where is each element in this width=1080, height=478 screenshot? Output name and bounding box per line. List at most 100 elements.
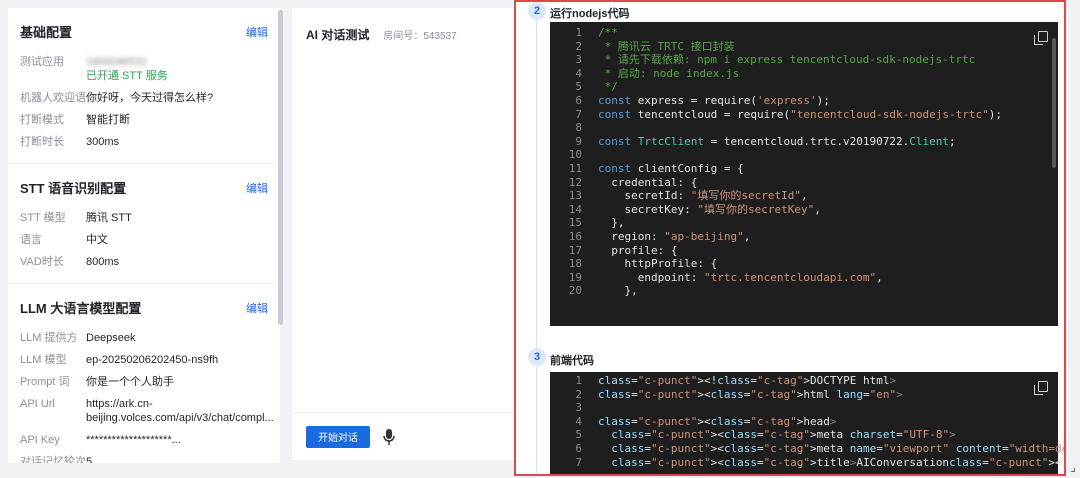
code-line: 14 secretKey: "填写你的secretKey", (550, 203, 1058, 217)
code-line: 5 class="c-punct"><class="c-tag">meta ch… (550, 428, 1058, 442)
code-text: const tencentcloud = require("tencentclo… (598, 107, 1003, 121)
config-key: VAD时长 (20, 256, 64, 268)
config-value: 1600046531 已开通 STT 服务 (86, 55, 168, 83)
config-key: 打断时长 (20, 136, 64, 148)
config-row: 测试应用 1600046531 已开通 STT 服务 (20, 55, 268, 83)
line-number: 12 (568, 175, 582, 189)
config-row: 打断时长 300ms (20, 135, 268, 149)
code-text: secretId: "填写你的secretId", (598, 189, 808, 203)
copy-icon[interactable] (1034, 381, 1048, 395)
config-key: LLM 提供方 (20, 332, 78, 344)
code-line: 7 const tencentcloud = require("tencentcl… (550, 108, 1058, 122)
code-line: 15 }, (550, 216, 1058, 230)
line-number: 2 (575, 39, 582, 53)
config-row: API Url https://ark.cn-beijing.volces.com… (20, 397, 274, 425)
config-key: LLM 模型 (20, 354, 67, 366)
line-number: 8 (575, 121, 582, 135)
llm-config-section: LLM 大语言模型配置 编辑 LLM 提供方 Deepseek LLM 模型 ep-2… (8, 284, 280, 463)
code-line: 8 (550, 121, 1058, 135)
config-key: 打断模式 (20, 114, 64, 126)
code-text: credential: { (598, 175, 698, 189)
config-value-text: https://ark.cn-beijing.volces.com/api/v3… (86, 398, 274, 424)
config-value: https://ark.cn-beijing.volces.com/api/v3… (86, 397, 274, 425)
code-line: 20 }, (550, 284, 1058, 298)
config-key: API Key (20, 434, 60, 446)
chat-footer: 开始对话 (292, 412, 532, 460)
config-row: 语言 中文 (20, 233, 268, 247)
config-key: 语言 (20, 234, 42, 246)
config-key: STT 模型 (20, 212, 66, 224)
config-row: VAD时长 800ms (20, 255, 268, 269)
code-text: * 腾讯云 TRTC 接口封装 (598, 39, 735, 53)
code-line: 6 const express = require('express'); (550, 94, 1058, 108)
room-number: 房间号：543537 (383, 31, 457, 42)
config-value-text: 你好呀，今天过得怎么样? (86, 92, 214, 104)
resize-handle-icon: ⌟ (1070, 460, 1076, 474)
config-value-text: ep-20250206202450-ns9fh (86, 354, 219, 366)
code-text: const TrtcClient = tencentcloud.trtc.v20… (598, 134, 956, 148)
config-value: 800ms (86, 255, 119, 269)
line-number: 6 (575, 441, 582, 455)
chat-title: AI 对话测试 (306, 28, 370, 42)
config-key: 机器人欢迎语 (20, 92, 86, 104)
code-text: * 启动: node index.js (598, 66, 740, 80)
config-value: Deepseek (86, 331, 136, 345)
code-line: 7 class="c-punct"><class="c-tag">title>A… (550, 456, 1064, 470)
config-value: 5 (86, 455, 92, 463)
config-value: 300ms (86, 135, 119, 149)
llm-config-edit-button[interactable]: 编辑 (246, 300, 268, 316)
code-line: 18 httpProfile: { (550, 257, 1058, 271)
stt-service-status: 已开通 STT 服务 (86, 70, 168, 82)
code-text: httpProfile: { (598, 257, 718, 271)
stt-config-section: STT 语音识别配置 编辑 STT 模型 腾讯 STT 语言 中文 VAD时长 800ms (8, 164, 280, 284)
start-conversation-button[interactable]: 开始对话 (306, 425, 370, 448)
code-text: region: "ap-beijing", (598, 229, 751, 243)
config-key: Prompt 词 (20, 376, 70, 388)
frontend-code-block: 1 class="c-punct"><!class="c-tag">DOCTYPE… (550, 372, 1064, 474)
code-line: 4 * 启动: node index.js (550, 67, 1058, 81)
line-number: 5 (575, 80, 582, 94)
code-text: }, (598, 284, 638, 298)
config-key: API Url (20, 398, 55, 410)
code-line: 6 class="c-punct"><class="c-tag">meta na… (550, 441, 1064, 456)
code-text: }, (598, 216, 625, 230)
llm-config-title: LLM 大语言模型配置 (20, 301, 142, 316)
line-number: 19 (568, 270, 582, 284)
code-text: class="c-punct"><class="c-tag">meta name… (611, 441, 1064, 455)
stt-config-edit-button[interactable]: 编辑 (246, 180, 268, 196)
microphone-icon[interactable] (382, 428, 396, 446)
code-line: 10 (550, 148, 1058, 162)
step-3-title: 前端代码 (550, 355, 594, 367)
config-value: 腾讯 STT (86, 211, 132, 225)
code-text: secretKey: "填写你的secretKey", (598, 202, 821, 216)
code-text: endpoint: "trtc.tencentcloudapi.com", (598, 270, 883, 284)
basic-config-edit-button[interactable]: 编辑 (246, 24, 268, 40)
code-line: 1 /** (550, 26, 1058, 40)
config-row: 机器人欢迎语 你好呀，今天过得怎么样? (20, 91, 268, 105)
code-line: 16 region: "ap-beijing", (550, 230, 1058, 244)
config-value-text: 1600046531 (86, 56, 148, 68)
line-number: 13 (568, 189, 582, 203)
step-3-badge: 3 (528, 348, 546, 366)
code-text: const clientConfig = { (598, 161, 744, 175)
code-text: profile: { (598, 243, 678, 257)
code-line: 17 profile: { (550, 244, 1058, 258)
config-value: 智能打断 (86, 113, 130, 127)
config-scrollbar[interactable] (278, 10, 283, 325)
config-row: 打断模式 智能打断 (20, 113, 268, 127)
line-number: 1 (575, 374, 582, 387)
config-value-text: Deepseek (86, 332, 136, 344)
config-value: 你是一个个人助手 (86, 375, 174, 389)
code-line: 11 const clientConfig = { (550, 162, 1058, 176)
code-line: 3 * 请先下载依赖: npm i express tencentcloud-s… (550, 53, 1058, 67)
code-scrollbar[interactable] (1052, 38, 1056, 168)
line-number: 1 (575, 26, 582, 39)
config-row: STT 模型 腾讯 STT (20, 211, 268, 225)
line-number: 6 (575, 93, 582, 107)
step-2-badge: 2 (528, 2, 546, 20)
step-2-title: 运行nodejs代码 (550, 8, 630, 20)
code-text: * 请先下载依赖: npm i express tencentcloud-sdk… (598, 53, 976, 67)
line-number: 4 (575, 414, 582, 428)
config-row: LLM 提供方 Deepseek (20, 331, 268, 345)
copy-icon[interactable] (1034, 31, 1048, 45)
